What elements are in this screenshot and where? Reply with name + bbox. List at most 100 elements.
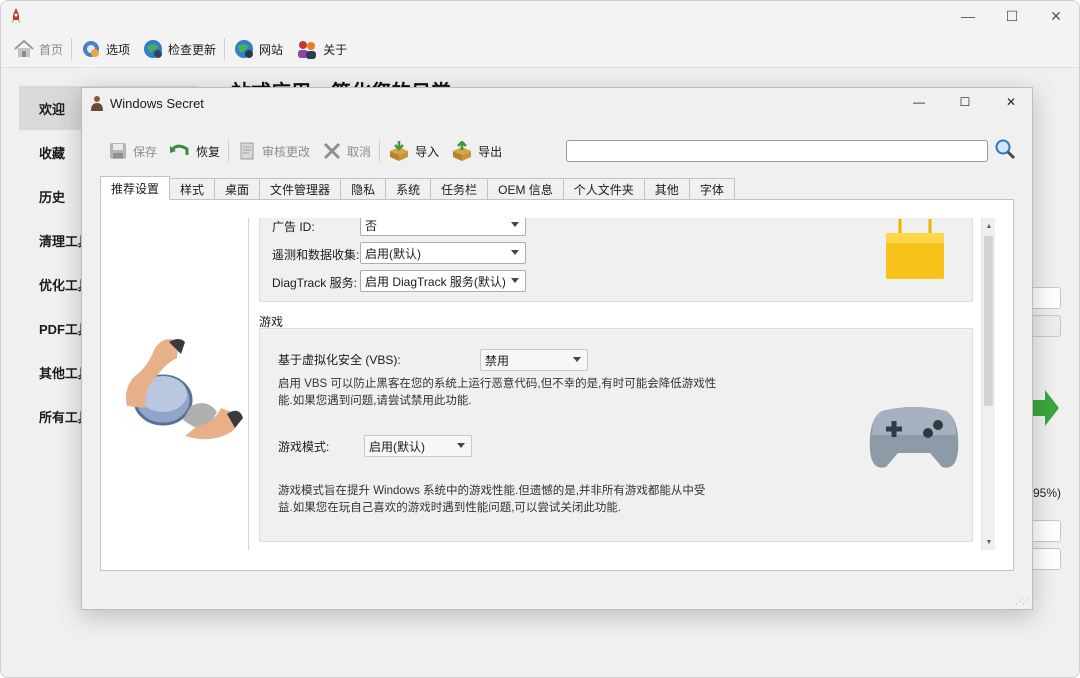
options-button[interactable]: 选项 (74, 34, 136, 64)
chevron-down-icon (511, 278, 519, 283)
dialog-maximize-button[interactable]: ☐ (942, 88, 988, 116)
restore-label: 恢复 (196, 144, 221, 159)
about-button[interactable]: 关于 (289, 34, 353, 64)
tab-label: 推荐设置 (111, 181, 160, 196)
privacy-group: 广告 ID: 否 遥测和数据收集: 启用(默认) DiagTrack 服务: 启… (259, 218, 973, 302)
game-mode-description: 游戏模式旨在提升 Windows 系统中的游戏性能.但遗憾的是,并非所有游戏都能… (278, 485, 706, 514)
import-button[interactable]: 导入 (382, 136, 445, 166)
tab-label: 文件管理器 (270, 183, 331, 197)
main-close-button[interactable]: ✕ (1033, 1, 1079, 31)
toolbar-divider (379, 140, 381, 162)
home-button[interactable]: 首页 (7, 34, 69, 64)
tab-oem-info[interactable]: OEM 信息 (487, 178, 564, 200)
vbs-value: 禁用 (485, 353, 510, 368)
yellow-bag-icon (886, 219, 944, 279)
resize-grip-icon[interactable]: ⋰⋰ (1015, 597, 1030, 606)
globe-icon (235, 40, 254, 58)
hands-disc-illustration (126, 339, 243, 440)
tab-other[interactable]: 其他 (643, 178, 690, 200)
main-toolbar: 首页 选项 检查更新 网站 关于 (1, 31, 1079, 67)
cancel-button[interactable]: 取消 (316, 136, 377, 166)
toolbar-divider (228, 140, 230, 162)
peek-select[interactable] (1031, 548, 1061, 570)
import-box-icon (390, 141, 409, 161)
options-label: 选项 (106, 42, 131, 57)
arrow-right-icon[interactable] (1031, 386, 1061, 430)
toolbar-divider (71, 38, 73, 60)
search-input[interactable] (566, 140, 988, 162)
settings-scroll-area[interactable]: 广告 ID: 否 遥测和数据收集: 启用(默认) DiagTrack 服务: 启… (248, 218, 995, 550)
check-update-label: 检查更新 (168, 42, 217, 57)
home-label: 首页 (39, 42, 64, 57)
ad-id-combo[interactable]: 否 (360, 218, 526, 236)
ad-id-value: 否 (365, 218, 378, 233)
tab-label: OEM 信息 (498, 183, 553, 197)
chevron-down-icon (511, 250, 519, 255)
diagtrack-combo[interactable]: 启用 DiagTrack 服务(默认) (360, 270, 526, 292)
review-changes-button[interactable]: 审核更改 (231, 136, 316, 166)
gaming-group: 基于虚拟化安全 (VBS): 禁用 启用 VBS 可以防止黑客在您的系统上运行恶… (259, 328, 973, 542)
chevron-down-icon (573, 357, 581, 362)
about-label: 关于 (323, 42, 348, 57)
x-icon (323, 142, 341, 160)
peek-input-2[interactable] (1031, 520, 1061, 542)
restore-button[interactable]: 恢复 (163, 136, 226, 166)
save-button[interactable]: 保存 (102, 136, 163, 166)
peek-button-1[interactable] (1031, 315, 1061, 337)
telemetry-combo[interactable]: 启用(默认) (360, 242, 526, 264)
peek-input-1[interactable] (1031, 287, 1061, 309)
tab-style[interactable]: 样式 (169, 178, 216, 200)
telemetry-value: 启用(默认) (365, 246, 421, 261)
website-label: 网站 (259, 42, 284, 57)
sidebar-item-label: 历史 (39, 189, 66, 205)
home-icon (14, 39, 34, 57)
game-mode-value: 启用(默认) (369, 439, 425, 454)
import-label: 导入 (415, 144, 440, 159)
vbs-combo[interactable]: 禁用 (480, 349, 588, 371)
vbs-label: 基于虚拟化安全 (VBS): (278, 353, 401, 367)
main-minimize-button[interactable]: — (945, 1, 991, 31)
globe-update-icon (144, 40, 163, 58)
scroll-up-arrow[interactable]: ▲ (982, 219, 995, 233)
scroll-down-arrow[interactable]: ▼ (982, 535, 995, 549)
tab-label: 系统 (396, 183, 421, 197)
tab-taskbar[interactable]: 任务栏 (430, 178, 489, 200)
check-update-button[interactable]: 检查更新 (136, 34, 222, 64)
tab-fonts[interactable]: 字体 (688, 178, 735, 200)
toolbar-divider (224, 38, 226, 60)
windows-secret-dialog: Windows Secret — ☐ ✕ 保存 恢复 审核更改 取消 导入 导出… (81, 87, 1033, 610)
dialog-title: Windows Secret (110, 95, 204, 111)
tab-recommended[interactable]: 推荐设置 (100, 176, 171, 200)
dialog-minimize-button[interactable]: — (896, 88, 942, 116)
tab-panel: 广告 ID: 否 遥测和数据收集: 启用(默认) DiagTrack 服务: 启… (100, 199, 1014, 571)
tab-file-manager[interactable]: 文件管理器 (259, 178, 342, 200)
main-titlebar: — ☐ ✕ (1, 1, 1079, 31)
tab-label: 桌面 (225, 183, 250, 197)
tab-label: 其他 (654, 183, 679, 197)
diagtrack-value: 启用 DiagTrack 服务(默认) (365, 274, 506, 289)
tab-personal-folders[interactable]: 个人文件夹 (562, 178, 645, 200)
ad-id-label: 广告 ID: (272, 220, 315, 234)
website-button[interactable]: 网站 (227, 34, 289, 64)
tab-label: 样式 (180, 183, 205, 197)
game-mode-combo[interactable]: 启用(默认) (364, 435, 472, 457)
dialog-titlebar: Windows Secret — ☐ ✕ (82, 88, 1032, 118)
telemetry-label: 遥测和数据收集: (272, 248, 360, 262)
scrollbar-thumb[interactable] (984, 236, 993, 406)
game-mode-label: 游戏模式: (278, 440, 330, 454)
vbs-description: 启用 VBS 可以防止黑客在您的系统上运行恶意代码,但不幸的是,有时可能会降低游… (278, 378, 717, 407)
vertical-scrollbar[interactable]: ▲ ▼ (981, 218, 995, 550)
tab-privacy[interactable]: 隐私 (340, 178, 387, 200)
users-icon (298, 41, 317, 59)
diagtrack-label: DiagTrack 服务: (272, 276, 357, 290)
main-maximize-button[interactable]: ☐ (989, 1, 1035, 31)
person-icon (91, 96, 103, 111)
tab-system[interactable]: 系统 (385, 178, 432, 200)
cancel-label: 取消 (347, 144, 372, 159)
tab-label: 个人文件夹 (573, 183, 634, 197)
export-button[interactable]: 导出 (445, 136, 508, 166)
dialog-close-button[interactable]: ✕ (988, 88, 1034, 116)
tab-label: 字体 (699, 183, 724, 197)
search-icon[interactable] (994, 138, 1016, 160)
tab-desktop[interactable]: 桌面 (214, 178, 261, 200)
